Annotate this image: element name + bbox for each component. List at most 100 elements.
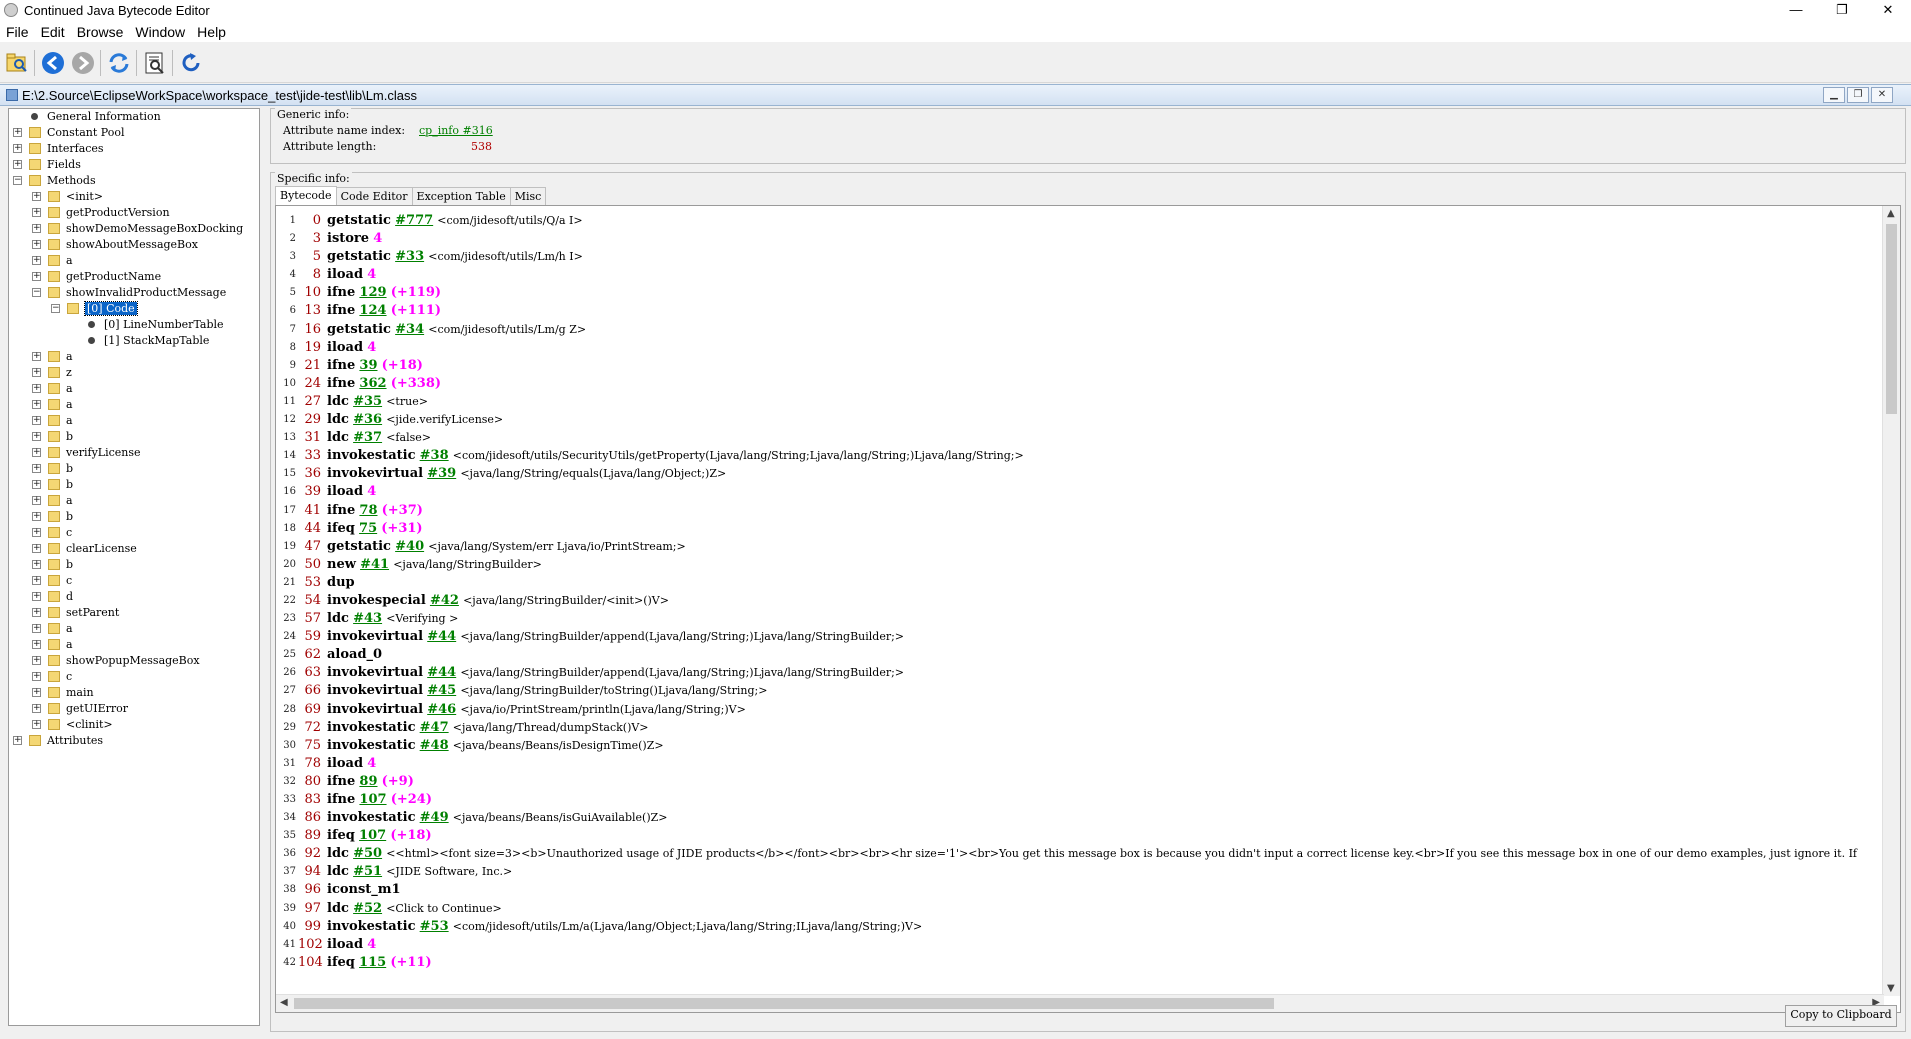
expand-icon[interactable]: + (32, 352, 41, 361)
operand-link[interactable]: #43 (353, 611, 382, 626)
operand-link[interactable]: 78 (359, 503, 377, 518)
copy-to-clipboard-button[interactable]: Copy to Clipboard (1785, 1005, 1897, 1027)
tree-node[interactable]: + a (9, 349, 259, 365)
scroll-up-icon[interactable]: ▲ (1887, 208, 1895, 219)
tree-node-label[interactable]: Methods (47, 174, 96, 187)
tree-node-label[interactable]: [0] Code (84, 301, 138, 316)
tree-node[interactable]: − showInvalidProductMessage (9, 285, 259, 301)
tree-node[interactable]: + clearLicense (9, 541, 259, 557)
horizontal-scroll-thumb[interactable] (294, 998, 1274, 1009)
operand-link[interactable]: 75 (359, 521, 377, 536)
operand-link[interactable]: 89 (359, 774, 377, 789)
open-icon[interactable] (4, 50, 30, 76)
menu-browse[interactable]: Browse (71, 22, 130, 42)
expand-icon[interactable]: + (32, 448, 41, 457)
expand-icon[interactable]: + (32, 272, 41, 281)
operand-link[interactable]: #51 (353, 864, 382, 879)
tree-node[interactable]: + showPopupMessageBox (9, 653, 259, 669)
tree-node-label[interactable]: a (66, 414, 73, 427)
operand-link[interactable]: #40 (395, 539, 424, 554)
bytecode-view[interactable]: 1 0 getstatic #777 <com/jidesoft/utils/Q/a… (275, 205, 1901, 1013)
tree-node[interactable]: − [0] Code (9, 301, 259, 317)
tree-node[interactable]: + Attributes (9, 733, 259, 749)
tree-node[interactable]: + a (9, 413, 259, 429)
tree-node[interactable]: + a (9, 621, 259, 637)
expand-icon[interactable]: + (32, 208, 41, 217)
tree-node[interactable]: + a (9, 381, 259, 397)
tree-node[interactable]: + a (9, 637, 259, 653)
tree-node[interactable]: + d (9, 589, 259, 605)
back-icon[interactable] (40, 50, 66, 76)
expand-icon[interactable]: + (32, 384, 41, 393)
operand-link[interactable]: #36 (353, 412, 382, 427)
tree-node[interactable]: + main (9, 685, 259, 701)
tree-node-label[interactable]: verifyLicense (66, 446, 141, 459)
operand-link[interactable]: #53 (420, 919, 449, 934)
menu-window[interactable]: Window (129, 22, 191, 42)
expand-icon[interactable]: + (32, 720, 41, 729)
tree-node-label[interactable]: b (66, 462, 73, 475)
operand-link[interactable]: 107 (359, 828, 386, 843)
tree-node[interactable]: + setParent (9, 605, 259, 621)
tab-code-editor[interactable]: Code Editor (335, 187, 413, 206)
minimize-button[interactable]: — (1773, 0, 1819, 22)
refresh-icon[interactable] (106, 50, 132, 76)
tree-node-label[interactable]: setParent (66, 606, 119, 619)
tree-node-label[interactable]: b (66, 558, 73, 571)
operand-link[interactable]: 362 (359, 376, 386, 391)
operand-link[interactable]: #45 (427, 683, 456, 698)
menu-file[interactable]: File (0, 22, 35, 42)
tree-node-label[interactable]: a (66, 350, 73, 363)
tree-node[interactable]: + <init> (9, 189, 259, 205)
operand-link[interactable]: #35 (353, 394, 382, 409)
tree-node-label[interactable]: b (66, 430, 73, 443)
tab-misc[interactable]: Misc (509, 187, 547, 206)
expand-icon[interactable]: + (32, 240, 41, 249)
tree-node-label[interactable]: Constant Pool (47, 126, 124, 139)
operand-link[interactable]: 129 (359, 285, 386, 300)
expand-icon[interactable]: + (32, 256, 41, 265)
tree-node[interactable]: + b (9, 477, 259, 493)
tree-node[interactable]: + <clinit> (9, 717, 259, 733)
expand-icon[interactable]: + (32, 512, 41, 521)
tab-exception-table[interactable]: Exception Table (411, 187, 511, 206)
scroll-left-icon[interactable]: ◀ (280, 997, 288, 1008)
operand-link[interactable]: #49 (420, 810, 449, 825)
expand-icon[interactable]: + (32, 224, 41, 233)
expand-icon[interactable]: + (32, 544, 41, 553)
vertical-scrollbar[interactable]: ▲ ▼ (1882, 206, 1900, 996)
tree-node-label[interactable]: Attributes (47, 734, 103, 747)
operand-link[interactable]: #47 (420, 720, 449, 735)
operand-link[interactable]: 124 (359, 303, 386, 318)
tree-node[interactable]: + Interfaces (9, 141, 259, 157)
tree-node-label[interactable]: General Information (47, 110, 161, 123)
tree-node[interactable]: + c (9, 669, 259, 685)
tree-node[interactable]: + c (9, 525, 259, 541)
expand-icon[interactable]: + (13, 144, 22, 153)
tree-node[interactable]: + b (9, 509, 259, 525)
collapse-icon[interactable]: − (13, 176, 22, 185)
operand-link[interactable]: #38 (420, 448, 449, 463)
tree-node[interactable]: + b (9, 461, 259, 477)
tree-node-label[interactable]: main (66, 686, 94, 699)
tree-node[interactable]: [0] LineNumberTable (9, 317, 259, 333)
tree-node-label[interactable]: Fields (47, 158, 81, 171)
tree-node-label[interactable]: b (66, 510, 73, 523)
operand-link[interactable]: #33 (395, 249, 424, 264)
tree-node[interactable]: + getUIError (9, 701, 259, 717)
tree-node[interactable]: + getProductVersion (9, 205, 259, 221)
operand-link[interactable]: #34 (395, 322, 424, 337)
tree-node-label[interactable]: showDemoMessageBoxDocking (66, 222, 243, 235)
operand-link[interactable]: 39 (359, 358, 377, 373)
horizontal-scrollbar[interactable]: ◀ ▶ (276, 994, 1884, 1012)
tree-node-label[interactable]: getProductVersion (66, 206, 170, 219)
tree-node[interactable]: General Information (9, 109, 259, 125)
tree-node[interactable]: + showDemoMessageBoxDocking (9, 221, 259, 237)
expand-icon[interactable]: + (32, 368, 41, 377)
expand-icon[interactable]: + (32, 432, 41, 441)
operand-link[interactable]: 107 (359, 792, 386, 807)
tree-node[interactable]: + a (9, 397, 259, 413)
tree-node[interactable]: + a (9, 493, 259, 509)
expand-icon[interactable]: + (32, 480, 41, 489)
operand-link[interactable]: #42 (430, 593, 459, 608)
